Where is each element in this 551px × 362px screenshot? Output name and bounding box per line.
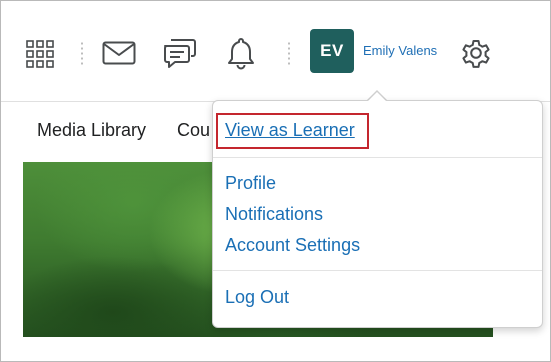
bell-icon[interactable] [223, 35, 259, 71]
envelope-icon[interactable] [101, 39, 137, 67]
nav-item-courses[interactable]: Cou [177, 120, 210, 141]
account-settings-link[interactable]: Account Settings [225, 235, 360, 256]
nav-item-media-library[interactable]: Media Library [37, 120, 146, 141]
toolbar-divider [288, 41, 290, 67]
menu-separator [213, 157, 542, 158]
screenshot-frame: EV Emily Valens Media Library Cou View a… [0, 0, 551, 362]
avatar[interactable]: EV [310, 29, 354, 73]
user-name-link[interactable]: Emily Valens [363, 43, 437, 58]
chat-bubbles-icon[interactable] [161, 35, 199, 71]
top-navigation-bar: EV Emily Valens [1, 1, 550, 101]
user-menu-dropdown: View as Learner Profile Notifications Ac… [212, 100, 543, 328]
menu-separator [213, 270, 542, 271]
app-grid-icon[interactable] [23, 37, 57, 71]
log-out-link[interactable]: Log Out [225, 287, 289, 308]
notifications-link[interactable]: Notifications [225, 204, 323, 225]
view-as-learner-link[interactable]: View as Learner [225, 120, 355, 141]
gear-icon[interactable] [457, 34, 495, 72]
dropdown-caret-fill [367, 92, 387, 102]
profile-link[interactable]: Profile [225, 173, 276, 194]
toolbar-divider [81, 41, 83, 67]
